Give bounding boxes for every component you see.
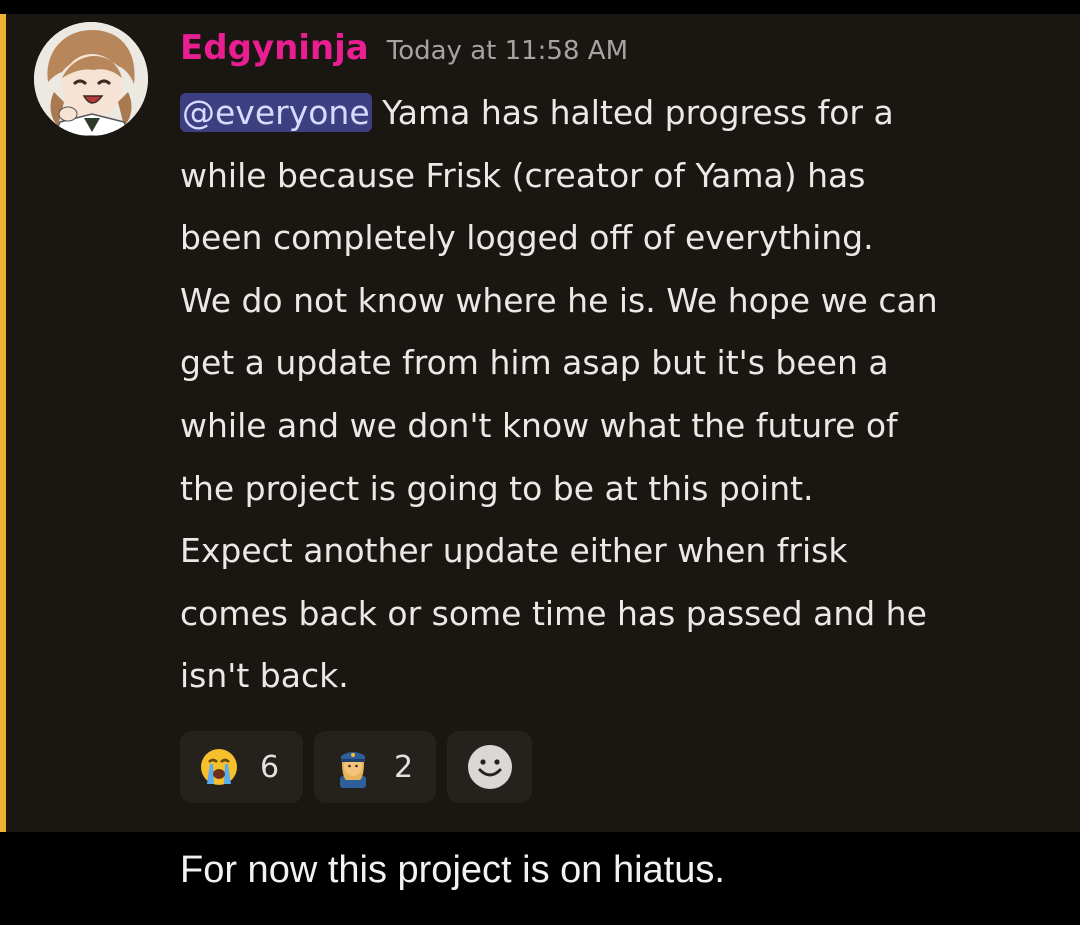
message-timestamp: Today at 11:58 AM (386, 36, 628, 66)
message-line: We do not know where he is. We hope we c… (180, 280, 938, 320)
message-line: isn't back. (180, 656, 349, 696)
message-header: Edgyninja Today at 11:58 AM (180, 28, 628, 88)
message-content: @everyone Yama has halted progress for a… (180, 82, 1060, 708)
author-name[interactable]: Edgyninja (180, 28, 369, 68)
message-line: the project is going to be at this point… (180, 468, 814, 508)
message-line: while and we don't know what the future … (180, 405, 898, 445)
add-reaction-button[interactable] (447, 731, 532, 803)
avatar[interactable] (34, 22, 148, 136)
message-line: @everyone Yama has halted progress for a (180, 82, 1060, 145)
chat-message[interactable]: Edgyninja Today at 11:58 AM @everyone Yam… (0, 14, 1080, 832)
message-line: while because Frisk (creator of Yama) ha… (180, 155, 866, 195)
message-line: get a update from him asap but it's been… (180, 343, 889, 383)
message-line: Expect another update either when frisk (180, 531, 848, 571)
message-line-text: Yama has halted progress for a (371, 93, 894, 132)
caption-text: For now this project is on hiatus. (180, 849, 725, 891)
reaction-count: 2 (394, 749, 414, 785)
mention-highlight-bar (0, 14, 6, 832)
reaction-crying[interactable]: 6 (180, 731, 303, 803)
loudly-crying-face-icon (198, 746, 240, 788)
add-reaction-icon (466, 743, 514, 791)
top-strip (0, 0, 1080, 14)
message-line: comes back or some time has passed and h… (180, 593, 927, 633)
reaction-count: 6 (260, 749, 280, 785)
reaction-bar: 6 2 (180, 731, 532, 803)
reaction-police[interactable]: 2 (314, 731, 436, 803)
message-line: been completely logged off of everything… (180, 218, 874, 258)
woman-police-officer-icon (332, 746, 374, 788)
everyone-mention[interactable]: @everyone (180, 93, 372, 132)
